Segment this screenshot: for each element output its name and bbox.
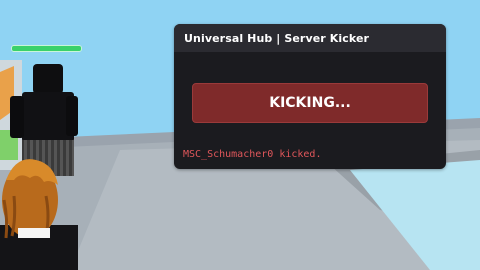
- server-kicker-window: Universal Hub | Server Kicker KICKING...…: [174, 24, 446, 169]
- window-header[interactable]: Universal Hub | Server Kicker: [174, 24, 446, 52]
- health-bar: [11, 45, 82, 52]
- window-title: Universal Hub | Server Kicker: [184, 31, 370, 45]
- health-bar-fill: [12, 46, 81, 51]
- kick-button[interactable]: KICKING...: [192, 83, 428, 123]
- status-message: MSC_Schumacher0 kicked.: [183, 149, 322, 160]
